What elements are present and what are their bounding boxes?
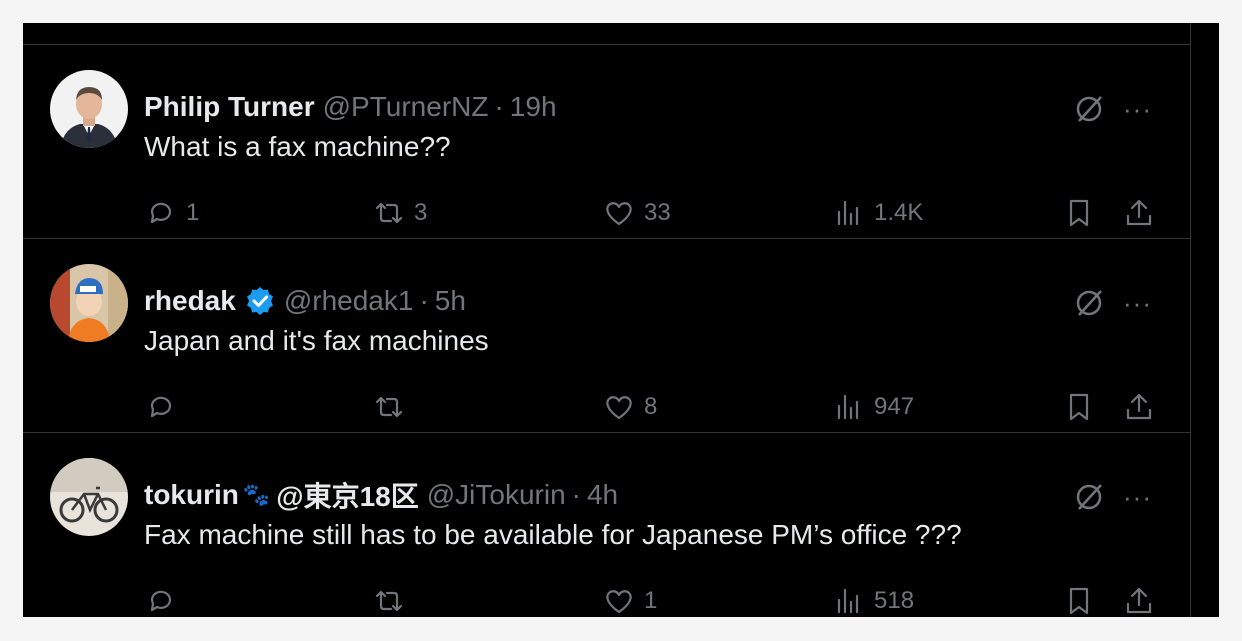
action-bar: 1 518 [144,583,1164,619]
like-icon [606,590,632,614]
action-bar: 1 3 33 1.4K [144,195,1164,231]
display-name-suffix[interactable]: @東京18区 [276,475,418,515]
separator-dot: · [494,91,504,122]
avatar[interactable] [50,70,128,148]
repost-button[interactable] [372,583,414,619]
post-text: Fax machine still has to be available fo… [144,519,962,550]
grok-icon[interactable] [1073,287,1105,319]
post-header: rhedak @rhedak1 · 5h [144,281,466,321]
repost-button[interactable]: 3 [372,195,427,231]
more-icon[interactable]: ··· [1123,484,1157,510]
views-button[interactable]: 1.4K [832,195,923,231]
like-icon [606,202,632,226]
share-button[interactable] [1122,583,1156,619]
views-count: 1.4K [874,199,924,226]
timestamp[interactable]: 19h [510,91,557,123]
like-button[interactable]: 33 [602,195,671,231]
reply-count: 1 [186,199,200,226]
grok-icon[interactable] [1073,481,1105,513]
avatar[interactable] [50,264,128,342]
post-text: Japan and it's fax machines [144,325,489,356]
bookmark-icon [1069,199,1089,227]
like-button[interactable]: 8 [602,389,657,425]
post-item[interactable]: Philip Turner @PTurnerNZ · 19h What is a… [23,45,1190,239]
bookmark-button[interactable] [1062,583,1096,619]
grok-icon[interactable] [1073,93,1105,125]
share-icon [1126,199,1152,226]
display-name[interactable]: rhedak [144,285,236,317]
like-count: 8 [644,393,658,420]
timestamp[interactable]: 4h [587,479,618,511]
repost-button[interactable] [372,389,414,425]
handle[interactable]: @JiTokurin [427,479,566,511]
post-item[interactable]: rhedak @rhedak1 · 5h Japan and it's fax … [23,239,1190,433]
post-header: tokurin 🐾 @東京18区 @JiTokurin · 4h [144,475,618,515]
display-name[interactable]: Philip Turner [144,91,315,123]
post-text: What is a fax machine?? [144,131,451,162]
separator-dot: · [419,285,429,316]
like-icon [606,396,632,420]
bookmark-icon [1069,587,1089,615]
avatar[interactable] [50,458,128,536]
views-icon [837,394,859,420]
post-item[interactable]: tokurin 🐾 @東京18区 @JiTokurin · 4h Fax mac… [23,433,1190,627]
views-icon [837,588,859,614]
share-button[interactable] [1122,389,1156,425]
action-bar: 8 947 [144,389,1164,425]
repost-icon [375,396,403,418]
verified-badge-icon [246,287,273,315]
reply-button[interactable]: 1 [144,195,199,231]
reply-button[interactable] [144,389,186,425]
handle[interactable]: @rhedak1 [284,285,414,317]
timestamp[interactable]: 5h [435,285,466,317]
repost-count: 3 [414,199,428,226]
reply-icon [150,396,172,418]
views-button[interactable]: 518 [832,583,914,619]
bookmark-icon [1069,393,1089,421]
like-count: 33 [644,199,671,226]
views-icon [837,200,859,226]
paw-emoji: 🐾 [242,482,271,507]
bookmark-button[interactable] [1062,389,1096,425]
views-button[interactable]: 947 [832,389,914,425]
more-icon[interactable]: ··· [1123,96,1157,122]
reply-icon [150,202,172,224]
share-icon [1126,393,1152,420]
reply-button[interactable] [144,583,186,619]
repost-icon [375,202,403,224]
like-button[interactable]: 1 [602,583,657,619]
more-icon[interactable]: ··· [1123,290,1157,316]
scrollbar-track[interactable] [1190,23,1219,617]
share-button[interactable] [1122,195,1156,231]
timeline-panel: Philip Turner @PTurnerNZ · 19h What is a… [23,23,1219,617]
repost-icon [375,590,403,612]
bookmark-button[interactable] [1062,195,1096,231]
like-count: 1 [644,587,658,614]
views-count: 947 [874,393,915,420]
separator-dot: · [571,479,581,510]
post-header: Philip Turner @PTurnerNZ · 19h [144,87,557,127]
share-icon [1126,587,1152,614]
handle[interactable]: @PTurnerNZ [323,91,489,123]
views-count: 518 [874,587,915,614]
display-name[interactable]: tokurin [144,479,239,511]
reply-icon [150,590,172,612]
